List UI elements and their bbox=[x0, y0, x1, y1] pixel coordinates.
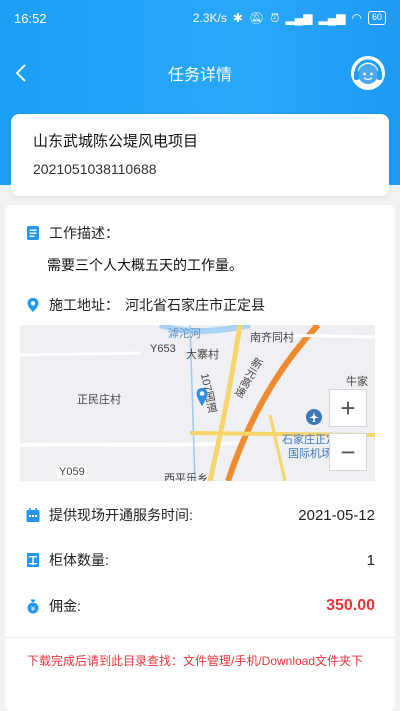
nav-bar: 任务详情 bbox=[0, 50, 400, 96]
map-label-zhengmin: 正民庄村 bbox=[77, 394, 121, 406]
project-card: 山东武城陈公堤风电项目 2021051038110688 bbox=[11, 114, 389, 196]
customer-service-button[interactable] bbox=[348, 53, 388, 93]
back-button[interactable] bbox=[6, 56, 36, 90]
page-title: 任务详情 bbox=[167, 67, 232, 84]
map-marker-icon bbox=[196, 388, 208, 406]
map-label-xiping: 西平乐乡 bbox=[164, 473, 208, 481]
calendar-icon bbox=[26, 508, 40, 522]
detail-card: 工作描述： 需要三个人大概五天的工作量。 施工地址： 河北省石家庄市正定县 滹沱… bbox=[5, 205, 395, 711]
money-bag-icon: ¥ bbox=[27, 599, 39, 614]
address-label: 施工地址： bbox=[49, 297, 119, 313]
chevron-left-icon bbox=[15, 64, 26, 82]
bluetooth-icon: ✱ bbox=[232, 11, 243, 25]
project-code: 2021051038110688 bbox=[33, 161, 157, 177]
cabinet-count-value: 1 bbox=[366, 551, 375, 569]
address-value: 河北省石家庄市正定县 bbox=[125, 297, 265, 313]
signal-icon: ▂▄▆ bbox=[285, 11, 313, 25]
status-time: 16:52 bbox=[14, 10, 47, 26]
status-bar: 16:52 2.3K/s ✱ 🔕︎ ⏰︎ ▂▄▆ ▂▄▆ ◠ 60 bbox=[0, 0, 400, 36]
location-map[interactable]: 滹沱河 南齐同村 Y653 大寨村 牛家 正民庄村 107国道 新元高速 石家庄… bbox=[20, 325, 375, 481]
svg-text:¥: ¥ bbox=[31, 605, 36, 613]
address-row: 施工地址： 河北省石家庄市正定县 bbox=[25, 295, 265, 315]
airport-icon bbox=[306, 409, 322, 425]
battery-icon: 60 bbox=[367, 11, 386, 25]
location-pin-icon bbox=[27, 298, 39, 312]
zoom-out-button[interactable]: − bbox=[329, 433, 367, 471]
project-name: 山东武城陈公堤风电项目 bbox=[33, 133, 199, 150]
map-label-dazhai: 大寨村 bbox=[186, 349, 219, 361]
work-description-text: 需要三个人大概五天的工作量。 bbox=[47, 257, 243, 273]
wifi-icon: ◠ bbox=[351, 11, 362, 25]
map-label-nanqi: 南齐同村 bbox=[250, 332, 294, 344]
divider bbox=[5, 637, 395, 638]
map-label-airport2: 国际机场 bbox=[288, 448, 332, 460]
service-time-value: 2021-05-12 bbox=[298, 506, 375, 524]
zoom-in-button[interactable]: + bbox=[329, 389, 367, 427]
status-icons: 2.3K/s ✱ 🔕︎ ⏰︎ ▂▄▆ ▂▄▆ ◠ 60 bbox=[193, 11, 386, 26]
commission-label: 佣金: bbox=[49, 598, 81, 614]
commission-value: 350.00 bbox=[326, 597, 375, 614]
work-description-label: 工作描述： bbox=[49, 225, 119, 241]
cabinet-icon bbox=[27, 553, 39, 567]
mute-icon: 🔕︎ bbox=[248, 11, 265, 25]
service-time-label: 提供现场开通服务时间: bbox=[49, 507, 193, 523]
map-label-river: 滹沱河 bbox=[168, 328, 201, 340]
headset-icon bbox=[351, 56, 385, 90]
work-description-label-row: 工作描述： bbox=[25, 223, 119, 243]
document-icon bbox=[27, 226, 39, 240]
commission-row: ¥ 佣金: 350.00 bbox=[25, 596, 375, 616]
map-label-niujia: 牛家 bbox=[346, 376, 368, 388]
cabinet-count-row: 柜体数量: 1 bbox=[25, 550, 375, 570]
cabinet-count-label: 柜体数量: bbox=[49, 552, 109, 568]
net-speed: 2.3K/s bbox=[192, 11, 227, 25]
map-label-y653: Y653 bbox=[150, 343, 176, 355]
signal2-icon: ▂▄▆ bbox=[318, 11, 346, 25]
download-notice: 下载完成后请到此目录查找：文件管理/手机/Download文件夹下 bbox=[27, 654, 364, 668]
alarm-icon: ⏰︎ bbox=[270, 10, 280, 25]
map-label-y059: Y059 bbox=[57, 466, 87, 478]
service-time-row: 提供现场开通服务时间: 2021-05-12 bbox=[25, 505, 375, 525]
